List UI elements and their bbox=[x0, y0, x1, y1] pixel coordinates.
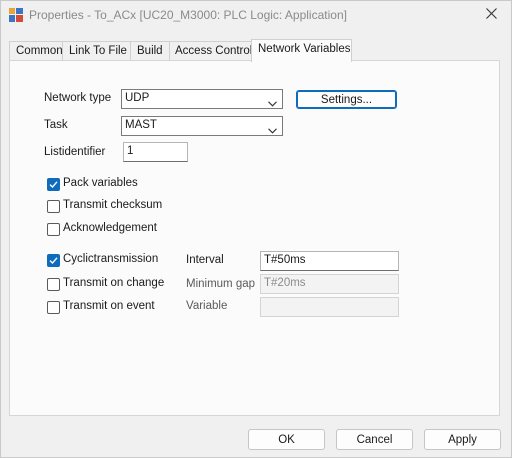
transmit-checksum-checkbox[interactable] bbox=[47, 200, 60, 213]
close-button[interactable] bbox=[471, 1, 511, 29]
transmit-on-event-checkbox[interactable] bbox=[47, 301, 60, 314]
tab-link-to-file[interactable]: Link To File bbox=[62, 41, 131, 61]
interval-value: T#50ms bbox=[264, 254, 306, 266]
tab-label: Network Variables bbox=[258, 43, 351, 55]
tab-label: Build bbox=[137, 45, 163, 57]
variable-label: Variable bbox=[186, 300, 228, 312]
cancel-button[interactable]: Cancel bbox=[336, 429, 413, 450]
pack-variables-label: Pack variables bbox=[63, 177, 138, 189]
network-type-label: Network type bbox=[44, 92, 112, 104]
tab-build[interactable]: Build bbox=[130, 41, 170, 61]
settings-button[interactable]: Settings... bbox=[296, 90, 397, 109]
list-identifier-input[interactable]: 1 bbox=[123, 142, 188, 162]
checkmark-icon bbox=[49, 257, 58, 265]
task-value: MAST bbox=[125, 119, 157, 131]
properties-app-icon bbox=[9, 8, 23, 22]
minimum-gap-input: T#20ms bbox=[260, 274, 399, 294]
tab-access-control[interactable]: Access Control bbox=[169, 41, 252, 61]
cancel-button-label: Cancel bbox=[356, 433, 393, 446]
close-icon bbox=[485, 8, 497, 22]
interval-label: Interval bbox=[186, 254, 224, 266]
ok-button[interactable]: OK bbox=[248, 429, 325, 450]
task-select[interactable]: MAST bbox=[121, 116, 283, 136]
list-identifier-value: 1 bbox=[127, 145, 134, 157]
window-title: Properties - To_ACx [UC20_M3000: PLC Log… bbox=[29, 8, 347, 22]
list-identifier-label: Listidentifier bbox=[44, 146, 106, 158]
transmit-on-change-checkbox[interactable] bbox=[47, 278, 60, 291]
properties-dialog: Properties - To_ACx [UC20_M3000: PLC Log… bbox=[0, 0, 512, 458]
ok-button-label: OK bbox=[278, 433, 295, 446]
cyclic-transmission-checkbox[interactable] bbox=[47, 254, 60, 267]
network-variables-panel: Network type UDP Settings... Task MAST L… bbox=[9, 60, 500, 416]
checkmark-icon bbox=[49, 181, 58, 189]
task-label: Task bbox=[44, 119, 68, 131]
minimum-gap-value: T#20ms bbox=[264, 277, 306, 289]
cyclic-transmission-label: Cyclictransmission bbox=[63, 253, 159, 265]
acknowledgement-checkbox[interactable] bbox=[47, 223, 60, 236]
variable-input bbox=[260, 297, 399, 317]
chevron-down-icon bbox=[268, 123, 277, 134]
acknowledgement-label: Acknowledgement bbox=[63, 222, 157, 234]
tab-common[interactable]: Common bbox=[9, 41, 63, 61]
transmit-on-change-label: Transmit on change bbox=[63, 277, 165, 289]
transmit-checksum-label: Transmit checksum bbox=[63, 199, 163, 211]
tab-label: Link To File bbox=[69, 45, 127, 57]
pack-variables-checkbox[interactable] bbox=[47, 178, 60, 191]
apply-button[interactable]: Apply bbox=[424, 429, 501, 450]
minimum-gap-label: Minimum gap bbox=[186, 278, 256, 290]
interval-input[interactable]: T#50ms bbox=[260, 251, 399, 271]
tab-network-variables[interactable]: Network Variables bbox=[251, 39, 352, 62]
chevron-down-icon bbox=[268, 96, 277, 107]
apply-button-label: Apply bbox=[448, 433, 477, 446]
tab-label: Common bbox=[16, 45, 63, 57]
network-type-select[interactable]: UDP bbox=[121, 89, 283, 109]
tab-label: Access Control bbox=[175, 45, 253, 57]
transmit-on-event-label: Transmit on event bbox=[63, 300, 155, 312]
title-bar: Properties - To_ACx [UC20_M3000: PLC Log… bbox=[1, 1, 511, 29]
network-type-value: UDP bbox=[125, 92, 150, 104]
settings-button-label: Settings... bbox=[320, 93, 373, 106]
